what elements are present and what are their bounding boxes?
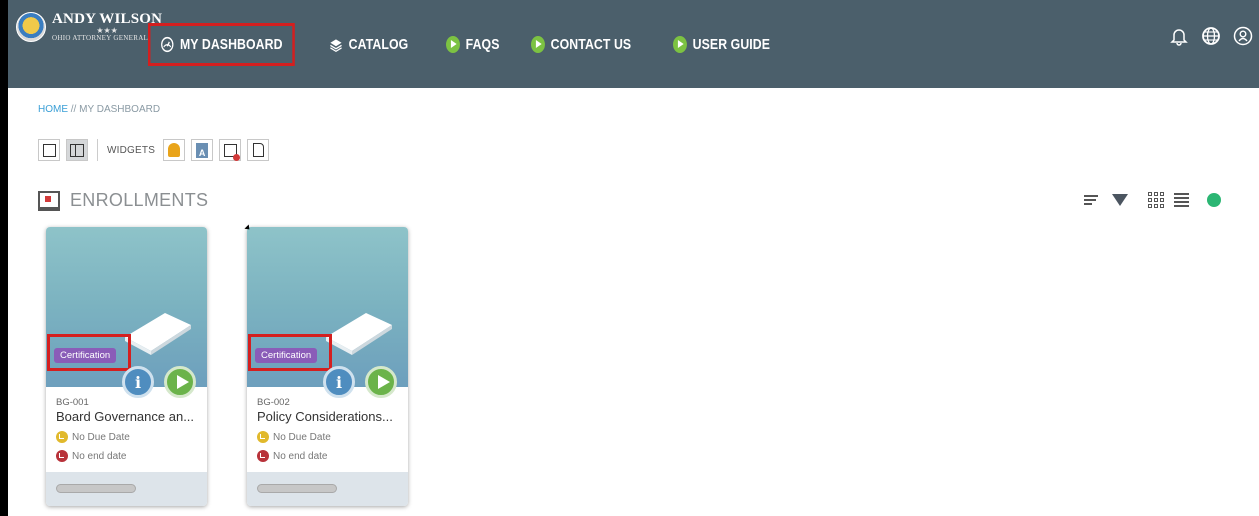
book-illustration-icon [125,313,191,355]
screenshot-frame: ANDY WILSON ★★★ OHIO ATTORNEY GENERAL MY… [0,0,1259,516]
end-date-row: No end date [257,450,328,462]
enrollments-header: ENROLLMENTS [38,190,208,211]
end-date-text: No end date [273,450,328,462]
header-actions [1169,26,1253,46]
logo[interactable]: ANDY WILSON ★★★ OHIO ATTORNEY GENERAL [16,12,162,42]
enrollment-card-2[interactable]: Certification i BG-002 Policy Considerat… [247,227,408,506]
play-icon[interactable] [365,366,397,398]
logo-text: ANDY WILSON ★★★ OHIO ATTORNEY GENERAL [52,12,162,42]
nav-catalog-label: CATALOG [348,35,409,53]
nav-contact-us[interactable]: CONTACT US [531,35,632,53]
due-date-text: No Due Date [72,431,130,443]
top-navigation-bar: ANDY WILSON ★★★ OHIO ATTORNEY GENERAL MY… [8,0,1259,88]
globe-icon[interactable] [1201,26,1221,46]
clock-icon [257,450,269,462]
play-circle-icon [445,35,460,53]
play-circle-icon [531,35,545,53]
due-date-row: No Due Date [56,431,130,443]
nav-contact-us-label: CONTACT US [550,35,632,53]
document-widget-button[interactable] [247,139,270,161]
badge-highlight-box [248,334,332,371]
course-code: BG-001 [56,397,89,408]
ohio-seal-icon [16,12,46,42]
info-icon[interactable]: i [323,366,355,398]
book-widget-button[interactable]: A [191,139,214,161]
breadcrumb-separator: // [68,104,80,115]
notifications-widget-button[interactable] [163,139,186,161]
course-title[interactable]: Policy Considerations... [257,409,393,424]
clock-icon [56,431,68,443]
nav-faqs-label: FAQS [465,35,500,53]
notification-bell-widget-icon [168,143,181,157]
badge-highlight-box [47,334,131,371]
book-illustration-icon [326,313,392,355]
single-column-layout-button[interactable] [38,139,60,161]
card-footer [46,472,207,506]
widgets-toolbar: WIDGETS A [38,139,270,161]
chat-widget-icon [223,143,240,161]
list-view-icon[interactable] [1174,193,1189,207]
logo-subtitle: OHIO ATTORNEY GENERAL [52,34,149,42]
main-nav: MY DASHBOARD CATALOG FAQS CONTACT US USE… [148,20,812,68]
catalog-layers-icon [330,38,342,52]
progress-bar [257,484,337,493]
clock-icon [56,450,68,462]
single-column-icon [42,143,56,157]
course-title[interactable]: Board Governance an... [56,409,194,424]
breadcrumb-current: MY DASHBOARD [79,104,161,115]
nav-user-guide-label: USER GUIDE [692,35,771,53]
due-date-text: No Due Date [273,431,331,443]
refresh-icon[interactable] [1207,193,1221,207]
course-thumbnail: Certification i [46,227,207,398]
user-profile-icon[interactable] [1233,26,1253,46]
course-thumbnail: Certification i [247,227,408,398]
enrollments-title: ENROLLMENTS [70,190,209,210]
logo-name: ANDY WILSON [52,11,163,27]
document-widget-icon [252,143,264,157]
due-date-row: No Due Date [257,431,331,443]
end-date-text: No end date [72,450,127,462]
progress-bar [56,484,136,493]
breadcrumb-home-link[interactable]: HOME [38,104,68,115]
info-icon[interactable]: i [122,366,154,398]
clock-icon [257,431,269,443]
two-column-icon [70,143,84,157]
grid-view-icon[interactable] [1148,192,1164,208]
nav-my-dashboard-label: MY DASHBOARD [179,35,283,53]
nav-catalog[interactable]: CATALOG [329,36,408,53]
book-widget-icon: A [196,142,209,158]
play-circle-icon [673,35,688,53]
bell-icon[interactable] [1169,26,1189,46]
widgets-label: WIDGETS [107,144,156,156]
dashboard-gauge-icon [161,36,174,52]
card-footer [247,472,408,506]
app-window: ANDY WILSON ★★★ OHIO ATTORNEY GENERAL MY… [8,0,1259,516]
breadcrumb: HOME // MY DASHBOARD [38,104,160,115]
enrollments-laptop-icon [38,190,60,211]
nav-faqs[interactable]: FAQS [445,35,500,53]
nav-user-guide[interactable]: USER GUIDE [673,35,771,53]
enrollment-card-1[interactable]: Certification i BG-001 Board Governance … [46,227,207,506]
chat-widget-button[interactable] [219,139,242,161]
end-date-row: No end date [56,450,127,462]
two-column-layout-button[interactable] [66,139,88,161]
course-code: BG-002 [257,397,290,408]
nav-my-dashboard[interactable]: MY DASHBOARD [148,22,295,66]
sort-icon[interactable] [1084,193,1102,207]
toolbar-divider [97,139,98,161]
play-icon[interactable] [164,366,196,398]
enrollments-tools [1084,192,1221,208]
filter-icon[interactable] [1112,194,1128,206]
